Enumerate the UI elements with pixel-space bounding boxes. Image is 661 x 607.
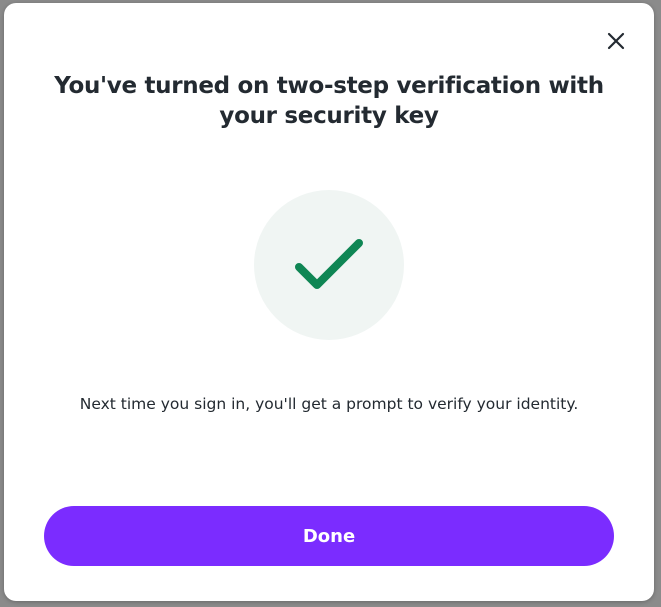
close-button[interactable] — [602, 27, 630, 55]
dialog-message: Next time you sign in, you'll get a prom… — [79, 395, 579, 413]
success-badge — [254, 190, 404, 340]
done-button[interactable]: Done — [44, 506, 614, 566]
checkmark-icon — [295, 239, 363, 289]
close-icon — [607, 32, 625, 50]
verification-success-dialog: You've turned on two-step verification w… — [4, 3, 654, 601]
dialog-title: You've turned on two-step verification w… — [54, 73, 604, 129]
